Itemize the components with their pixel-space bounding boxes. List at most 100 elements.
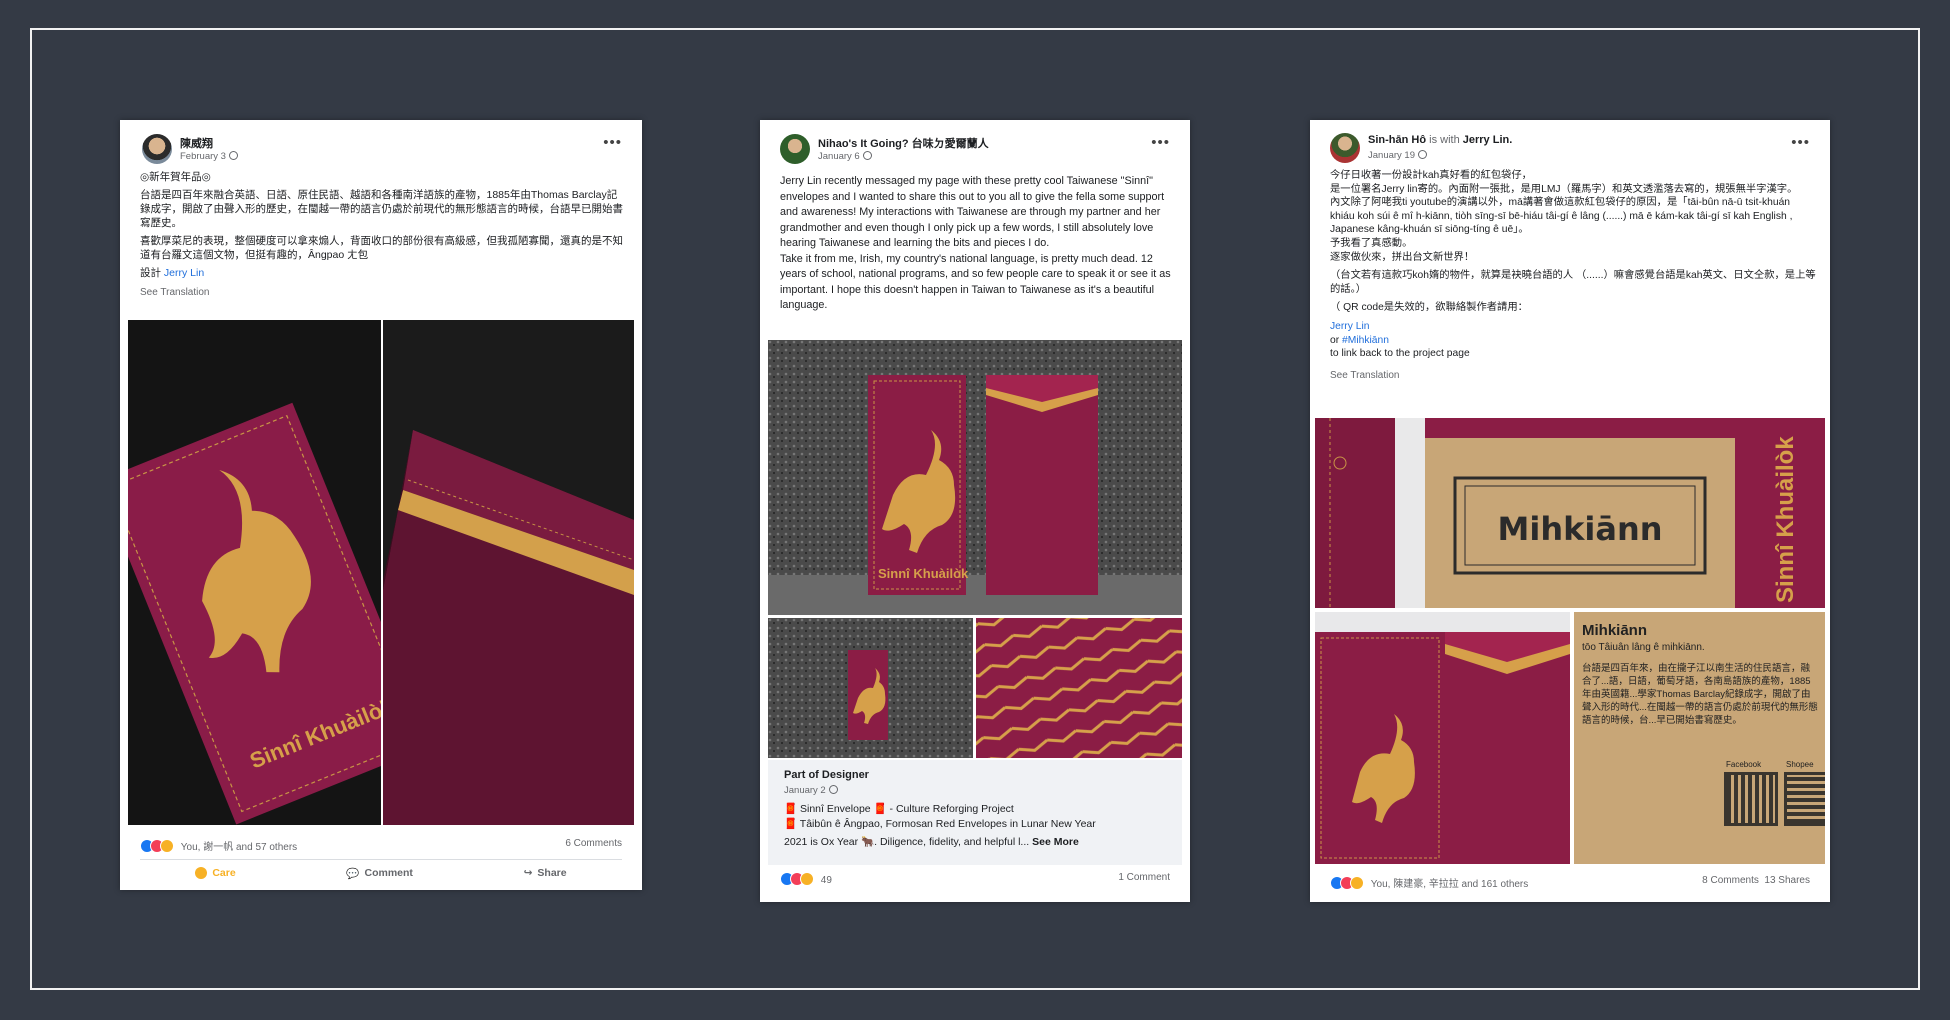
author-avatar[interactable] xyxy=(1330,133,1360,163)
mihkiann-hashtag-link[interactable]: #Mihkiānn xyxy=(1342,335,1389,346)
post-photo-top[interactable]: Mihkiānn Sinnî Khuàilòk xyxy=(1315,418,1825,608)
post-header: 陳威翔 February 3 ••• xyxy=(120,120,642,164)
post-line: 內文除了阿咾我ti youtube的演講以外，mā講著會做這款紅包袋仔的原因，是… xyxy=(1330,197,1796,236)
preview-date-text: January 2 xyxy=(784,785,826,796)
care-reaction-icon xyxy=(1350,876,1364,890)
card-title: Mihkiānn xyxy=(1582,622,1648,639)
post-line: （台文若有這款巧koh媠的物件，就算是袂曉台語的人 （......）嘛會感覺台語… xyxy=(1330,270,1816,295)
post-text: 今仔日收著一份設計kah真好看的紅包袋仔， 是一位署名Jerry lin寄的。內… xyxy=(1310,164,1830,382)
post-photo-bottom-left[interactable] xyxy=(1315,612,1570,864)
post-line: ◎新年賀年品◎ xyxy=(140,171,211,183)
engagement-counts: 8 Comments 13 Shares xyxy=(1702,875,1810,886)
post-line: （ QR code是失效的，欲聯絡製作者請用： xyxy=(1330,302,1528,314)
link-preview[interactable]: Part of Designer January 2 🧧 Sinnî Envel… xyxy=(768,760,1182,865)
author-name-text: Sin-hān Hô xyxy=(1368,134,1427,146)
comment-button[interactable]: 💬 Comment xyxy=(346,867,413,880)
reaction-bar: You, 陳建豪, 辛拉拉 and 161 others 8 Comments … xyxy=(1310,875,1830,893)
date-text: February 3 xyxy=(180,151,226,162)
date-text: January 6 xyxy=(818,151,860,162)
reactions-text: You, 謝一帆 and 57 others xyxy=(180,842,298,853)
post-photo-main[interactable]: Sinnî Khuàilòk xyxy=(768,340,1182,615)
qr-label-facebook: Facebook xyxy=(1726,760,1762,769)
care-reaction-icon xyxy=(800,872,814,886)
post-body-text: Jerry Lin recently messaged my page with… xyxy=(780,175,1171,311)
preview-date: January 2 xyxy=(784,783,1166,798)
reaction-summary[interactable]: 49 xyxy=(780,872,832,886)
post-photo-right[interactable] xyxy=(383,320,634,825)
post-photo-bottom-left[interactable] xyxy=(768,618,973,758)
preview-line: 🧧 Tâibûn ê Ângpao, Formosan Red Envelope… xyxy=(784,818,1096,830)
post-date[interactable]: January 19 xyxy=(1368,150,1428,161)
author-avatar[interactable] xyxy=(142,134,172,164)
post-photo-bottom-right[interactable]: Mihkiānn tōo Tâiuân lâng ê mihkiānn. 台語是… xyxy=(1574,612,1825,864)
shares-count[interactable]: 13 Shares xyxy=(1764,875,1810,886)
preview-line-3: 2021 is Ox Year 🐂. Diligence, fidelity, … xyxy=(784,835,1166,850)
care-reaction-icon xyxy=(160,839,174,853)
see-more-link[interactable]: See More xyxy=(1032,836,1079,848)
comment-icon: 💬 xyxy=(346,867,360,880)
qr-code-facebook xyxy=(1724,772,1778,826)
share-label: Share xyxy=(537,867,567,879)
envelope-brand-text: Sinnî Khuàilòk xyxy=(878,566,969,581)
author-name[interactable]: 陳威翔 xyxy=(180,135,213,151)
see-translation-link[interactable]: See Translation xyxy=(140,286,626,300)
comments-count[interactable]: 8 Comments xyxy=(1702,875,1759,886)
comment-label: Comment xyxy=(364,867,413,879)
author-avatar[interactable] xyxy=(780,134,810,164)
preview-line: 2021 is Ox Year 🐂. Diligence, fidelity, … xyxy=(784,836,1030,848)
see-translation-link[interactable]: See Translation xyxy=(1330,369,1816,383)
tagged-name[interactable]: Jerry Lin. xyxy=(1463,134,1513,146)
globe-icon xyxy=(828,785,838,794)
design-label: 設計 xyxy=(140,267,161,279)
mihkiann-box-title: Mihkiānn xyxy=(1498,510,1663,548)
card-body: 台語是四百年來，由在攏子江以南生活的住民語言，融合了...語，日語，葡萄牙語，各… xyxy=(1582,663,1818,726)
facebook-post-3: Sin-hān Hô is with Jerry Lin. January 19… xyxy=(1310,120,1830,902)
globe-icon xyxy=(228,151,238,160)
date-text: January 19 xyxy=(1368,150,1416,161)
hashtag-line: or #Mihkiānn xyxy=(1330,334,1816,348)
post-line: 予我看了真感動。 xyxy=(1330,237,1413,249)
jerry-lin-link[interactable]: Jerry Lin xyxy=(1330,320,1816,334)
author-name[interactable]: Sin-hān Hô is with Jerry Lin. xyxy=(1368,134,1512,146)
care-label: Care xyxy=(212,867,236,879)
reactions-count: 49 xyxy=(820,875,832,886)
more-options-icon[interactable]: ••• xyxy=(603,134,622,151)
globe-icon xyxy=(862,151,872,160)
post-photo-bottom-right[interactable] xyxy=(976,618,1182,758)
qr-label-shopee: Shopee xyxy=(1786,760,1814,769)
card-subtitle: tōo Tâiuân lâng ê mihkiānn. xyxy=(1582,642,1705,653)
post-text: ◎新年賀年品◎ 台語是四百年來融合英語、日語、原住民語、越語和各種南洋語族的產物… xyxy=(120,164,642,300)
post-date[interactable]: February 3 xyxy=(180,151,238,162)
facebook-post-2: Nihao's It Going? 台味ㄉ愛爾蘭人 January 6 ••• … xyxy=(760,120,1190,902)
share-icon: ↪ xyxy=(523,867,533,879)
reaction-bar: You, 謝一帆 and 57 others 6 Comments xyxy=(120,838,642,856)
post-line: 台語是四百年來融合英語、日語、原住民語、越語和各種南洋語族的產物，1885年由T… xyxy=(140,189,623,229)
post-line: 今仔日收著一份設計kah真好看的紅包袋仔， xyxy=(1330,170,1532,181)
post-date[interactable]: January 6 xyxy=(818,151,872,162)
designer-link[interactable]: Jerry Lin xyxy=(164,267,204,279)
comments-count[interactable]: 1 Comment xyxy=(1118,872,1170,883)
envelope-side-text: Sinnî Khuàilòk xyxy=(1772,436,1799,603)
reaction-bar: 49 1 Comment xyxy=(760,872,1190,890)
more-options-icon[interactable]: ••• xyxy=(1791,134,1810,151)
reaction-summary[interactable]: You, 陳建豪, 辛拉拉 and 161 others xyxy=(1330,875,1528,890)
preview-line: 🧧 Sinnî Envelope 🧧 - Culture Reforging P… xyxy=(784,803,1014,815)
facebook-post-1: 陳威翔 February 3 ••• ◎新年賀年品◎ 台語是四百年來融合英語、日… xyxy=(120,120,642,890)
post-photo-left[interactable]: Sinnî Khuàilòk xyxy=(128,320,381,825)
or-text: or xyxy=(1330,334,1340,346)
care-button[interactable]: Care xyxy=(195,867,236,879)
post-line: 逐家做伙來，拼出台文新世界！ xyxy=(1330,251,1475,263)
post-header: Nihao's It Going? 台味ㄉ愛爾蘭人 January 6 ••• xyxy=(760,120,1190,164)
project-link-text: to link back to the project page xyxy=(1330,348,1470,360)
more-options-icon[interactable]: ••• xyxy=(1151,134,1170,151)
design-credit: 設計 Jerry Lin xyxy=(140,266,626,280)
comments-count[interactable]: 6 Comments xyxy=(565,838,622,849)
reactions-text: You, 陳建豪, 辛拉拉 and 161 others xyxy=(1370,879,1529,890)
reaction-summary[interactable]: You, 謝一帆 and 57 others xyxy=(140,838,297,853)
qr-code-shopee xyxy=(1784,772,1825,826)
share-button[interactable]: ↪ Share xyxy=(524,867,567,879)
author-name[interactable]: Nihao's It Going? 台味ㄉ愛爾蘭人 xyxy=(818,135,989,151)
action-bar: Care 💬 Comment ↪ Share xyxy=(140,859,622,886)
preview-title: Part of Designer xyxy=(784,769,869,781)
post-header: Sin-hān Hô is with Jerry Lin. January 19… xyxy=(1310,120,1830,164)
